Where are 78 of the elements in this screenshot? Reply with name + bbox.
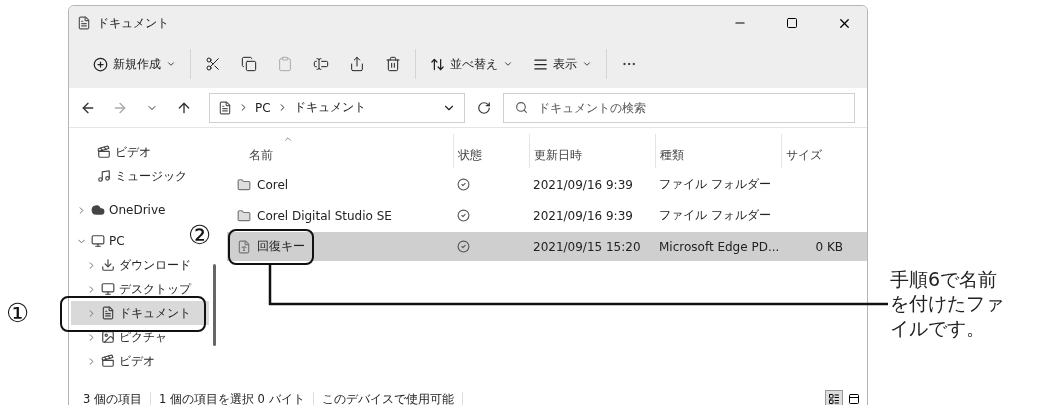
- chevron-icon: [166, 59, 176, 69]
- sidebar-item[interactable]: ビデオ: [71, 349, 161, 373]
- callout-note: 手順6で名前を付けたファイルです。: [890, 267, 1005, 340]
- sidebar-item[interactable]: ドキュメント: [71, 301, 209, 325]
- sidebar-item[interactable]: OneDrive: [71, 198, 172, 222]
- sync-check-icon: [457, 240, 470, 253]
- details-view-icon: [828, 393, 840, 405]
- status-text: 1 個の項目を選択 0 バイト: [151, 391, 314, 405]
- file-row[interactable]: 回復キー 2021/09/15 15:20 Microsoft Edge PD... 0 KB: [227, 232, 867, 261]
- document-icon: [218, 100, 232, 115]
- step-marker: ①: [6, 300, 30, 326]
- maximize-icon: [786, 17, 798, 29]
- folder-icon: [237, 208, 251, 223]
- video-icon: [101, 354, 115, 368]
- toolbar-menu-button[interactable]: 新規作成: [87, 51, 182, 77]
- lines-icon: [533, 56, 548, 72]
- document-icon: [101, 306, 115, 320]
- copy-icon: [241, 56, 257, 72]
- status-text: 3 個の項目: [75, 391, 151, 405]
- download-icon: [101, 258, 115, 272]
- file-row[interactable]: Corel Digital Studio SE 2021/09/16 9:39 ファイル フォルダー: [227, 201, 867, 230]
- date-cell-text: 2021/09/16 9:39: [532, 177, 634, 192]
- column-header[interactable]: 名前: [227, 134, 453, 168]
- address-bar[interactable]: PC ドキュメント: [209, 92, 465, 123]
- document-icon: [77, 16, 91, 30]
- file-name: Corel: [257, 177, 289, 192]
- picture-icon: [101, 330, 115, 344]
- toolbar-menu-button[interactable]: 表示: [527, 51, 598, 77]
- plus-circle-icon: [93, 56, 108, 72]
- refresh-icon: [477, 100, 491, 115]
- search-field[interactable]: ドキュメントの検索: [503, 92, 855, 123]
- sort-arrows-icon: [430, 56, 445, 72]
- sidebar-item[interactable]: デスクトップ: [71, 277, 197, 301]
- cloud-icon: [91, 203, 105, 217]
- status-text: このデバイスで使用可能: [313, 391, 463, 405]
- sort-indicator-icon: [283, 134, 293, 144]
- type-cell-text: ファイル フォルダー: [658, 176, 772, 193]
- pdf-file-icon: [237, 239, 251, 254]
- column-header[interactable]: サイズ: [781, 134, 849, 168]
- file-name: Corel Digital Studio SE: [257, 208, 392, 223]
- column-header[interactable]: 更新日時: [529, 134, 655, 168]
- desktop-icon: [101, 282, 115, 296]
- sidebar-item[interactable]: ピクチャ: [71, 325, 173, 349]
- view-toggle[interactable]: [825, 390, 843, 405]
- date-cell-text: 2021/09/16 9:39: [532, 208, 634, 223]
- date-cell-text: 2021/09/15 15:20: [532, 239, 642, 254]
- column-header[interactable]: 種類: [655, 134, 781, 168]
- tiles-view-icon: [848, 393, 860, 405]
- sync-check-icon: [457, 178, 470, 191]
- rename-icon: [313, 56, 329, 72]
- breadcrumb[interactable]: ドキュメント: [293, 99, 366, 116]
- step-marker: ②: [188, 222, 212, 248]
- file-name: 回復キー: [257, 238, 305, 255]
- sidebar-item[interactable]: ビデオ: [71, 140, 157, 164]
- file-row[interactable]: Corel 2021/09/16 9:39 ファイル フォルダー: [227, 170, 867, 199]
- monitor-icon: [91, 234, 105, 248]
- sidebar-item[interactable]: ミュージック: [71, 164, 193, 188]
- breadcrumb[interactable]: PC: [255, 100, 271, 115]
- sync-check-icon: [457, 209, 470, 222]
- sidebar-item[interactable]: ダウンロード: [71, 253, 197, 277]
- scissors-icon: [205, 56, 221, 72]
- scrollbar-thumb[interactable]: [212, 264, 216, 346]
- column-header[interactable]: 状態: [453, 134, 529, 168]
- video-icon: [97, 145, 111, 159]
- clipboard-icon: [277, 56, 293, 72]
- trash-icon: [385, 56, 401, 72]
- folder-icon: [237, 177, 251, 192]
- window-title: ドキュメント: [97, 14, 170, 32]
- type-cell-text: ファイル フォルダー: [658, 207, 772, 224]
- sidebar-item[interactable]: PC: [71, 229, 131, 253]
- type-cell-text: Microsoft Edge PD...: [658, 239, 781, 254]
- chevron-icon: [503, 59, 513, 69]
- toolbar-menu-button[interactable]: 並べ替え: [424, 51, 519, 77]
- music-icon: [97, 169, 111, 183]
- share-icon: [349, 56, 365, 72]
- chevron-icon: [582, 59, 592, 69]
- search-icon: [515, 100, 528, 114]
- size-cell-text: 0 KB: [814, 239, 844, 254]
